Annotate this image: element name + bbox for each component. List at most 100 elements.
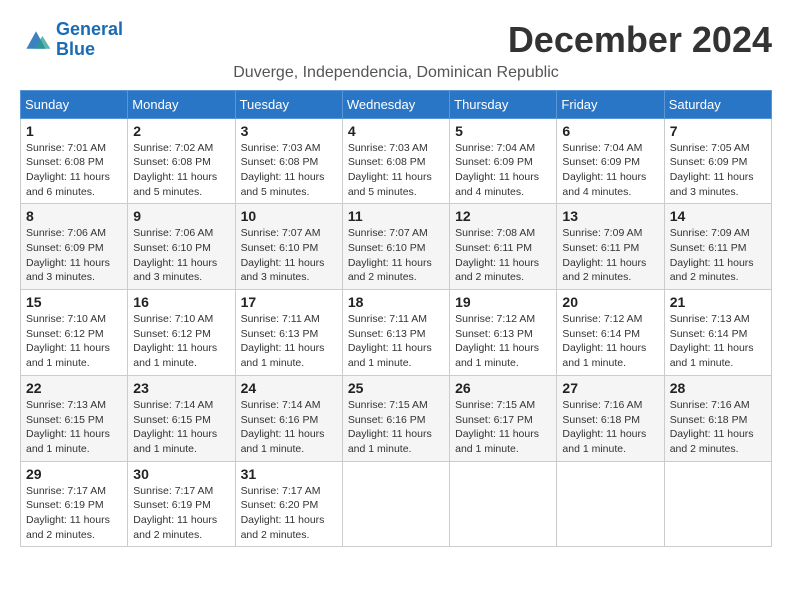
calendar-day-cell xyxy=(664,461,771,547)
calendar-day-cell: 12Sunrise: 7:08 AMSunset: 6:11 PMDayligh… xyxy=(450,204,557,290)
calendar-day-cell: 31 Sunrise: 7:17 AMSunset: 6:20 PMDayligh… xyxy=(235,461,342,547)
day-detail: Sunrise: 7:06 AMSunset: 6:10 PMDaylight:… xyxy=(133,226,229,285)
day-number: 17 xyxy=(241,294,337,310)
day-detail: Sunrise: 7:07 AMSunset: 6:10 PMDaylight:… xyxy=(348,226,444,285)
weekday-header-cell: Wednesday xyxy=(342,90,449,118)
calendar-day-cell: 6 Sunrise: 7:04 AMSunset: 6:09 PMDaylight… xyxy=(557,118,664,204)
calendar-day-cell xyxy=(342,461,449,547)
day-number: 5 xyxy=(455,123,551,139)
calendar-day-cell: 15 Sunrise: 7:10 AMSunset: 6:12 PMDayligh… xyxy=(21,290,128,376)
day-number: 2 xyxy=(133,123,229,139)
day-detail: Sunrise: 7:08 AMSunset: 6:11 PMDaylight:… xyxy=(455,226,551,285)
day-detail: Sunrise: 7:11 AMSunset: 6:13 PMDaylight:… xyxy=(241,312,337,371)
calendar-day-cell xyxy=(450,461,557,547)
day-number: 7 xyxy=(670,123,766,139)
day-number: 14 xyxy=(670,208,766,224)
month-title: December 2024 xyxy=(508,20,772,60)
day-number: 11 xyxy=(348,208,444,224)
calendar-day-cell: 23 Sunrise: 7:14 AMSunset: 6:15 PMDayligh… xyxy=(128,375,235,461)
day-number: 22 xyxy=(26,380,122,396)
weekday-header-cell: Sunday xyxy=(21,90,128,118)
day-detail: Sunrise: 7:14 AMSunset: 6:15 PMDaylight:… xyxy=(133,398,229,457)
location-subtitle: Duverge, Independencia, Dominican Republ… xyxy=(20,64,772,82)
day-number: 24 xyxy=(241,380,337,396)
day-number: 31 xyxy=(241,466,337,482)
day-detail: Sunrise: 7:04 AMSunset: 6:09 PMDaylight:… xyxy=(455,141,551,200)
weekday-header-cell: Friday xyxy=(557,90,664,118)
calendar-day-cell: 8 Sunrise: 7:06 AMSunset: 6:09 PMDaylight… xyxy=(21,204,128,290)
day-detail: Sunrise: 7:05 AMSunset: 6:09 PMDaylight:… xyxy=(670,141,766,200)
calendar-day-cell: 16 Sunrise: 7:10 AMSunset: 6:12 PMDayligh… xyxy=(128,290,235,376)
day-number: 13 xyxy=(562,208,658,224)
day-number: 29 xyxy=(26,466,122,482)
calendar-day-cell: 11 Sunrise: 7:07 AMSunset: 6:10 PMDayligh… xyxy=(342,204,449,290)
calendar-day-cell: 14Sunrise: 7:09 AMSunset: 6:11 PMDayligh… xyxy=(664,204,771,290)
day-detail: Sunrise: 7:06 AMSunset: 6:09 PMDaylight:… xyxy=(26,226,122,285)
day-number: 21 xyxy=(670,294,766,310)
day-detail: Sunrise: 7:10 AMSunset: 6:12 PMDaylight:… xyxy=(26,312,122,371)
calendar-day-cell: 21 Sunrise: 7:13 AMSunset: 6:14 PMDayligh… xyxy=(664,290,771,376)
day-detail: Sunrise: 7:17 AMSunset: 6:20 PMDaylight:… xyxy=(241,484,337,543)
day-number: 20 xyxy=(562,294,658,310)
day-number: 10 xyxy=(241,208,337,224)
calendar-day-cell: 22 Sunrise: 7:13 AMSunset: 6:15 PMDayligh… xyxy=(21,375,128,461)
day-number: 8 xyxy=(26,208,122,224)
weekday-header-row: SundayMondayTuesdayWednesdayThursdayFrid… xyxy=(21,90,772,118)
day-detail: Sunrise: 7:09 AMSunset: 6:11 PMDaylight:… xyxy=(562,226,658,285)
day-detail: Sunrise: 7:17 AMSunset: 6:19 PMDaylight:… xyxy=(26,484,122,543)
calendar-day-cell: 10 Sunrise: 7:07 AMSunset: 6:10 PMDayligh… xyxy=(235,204,342,290)
day-detail: Sunrise: 7:12 AMSunset: 6:14 PMDaylight:… xyxy=(562,312,658,371)
calendar-day-cell: 9 Sunrise: 7:06 AMSunset: 6:10 PMDaylight… xyxy=(128,204,235,290)
day-detail: Sunrise: 7:10 AMSunset: 6:12 PMDaylight:… xyxy=(133,312,229,371)
day-detail: Sunrise: 7:03 AMSunset: 6:08 PMDaylight:… xyxy=(241,141,337,200)
weekday-header-cell: Thursday xyxy=(450,90,557,118)
day-detail: Sunrise: 7:11 AMSunset: 6:13 PMDaylight:… xyxy=(348,312,444,371)
day-detail: Sunrise: 7:16 AMSunset: 6:18 PMDaylight:… xyxy=(562,398,658,457)
calendar-week-row: 8 Sunrise: 7:06 AMSunset: 6:09 PMDaylight… xyxy=(21,204,772,290)
day-detail: Sunrise: 7:02 AMSunset: 6:08 PMDaylight:… xyxy=(133,141,229,200)
day-detail: Sunrise: 7:14 AMSunset: 6:16 PMDaylight:… xyxy=(241,398,337,457)
calendar-day-cell: 3 Sunrise: 7:03 AMSunset: 6:08 PMDaylight… xyxy=(235,118,342,204)
logo-blue: Blue xyxy=(56,39,95,59)
day-number: 23 xyxy=(133,380,229,396)
calendar-body: 1Sunrise: 7:01 AMSunset: 6:08 PMDaylight… xyxy=(21,118,772,547)
day-number: 9 xyxy=(133,208,229,224)
calendar-table: SundayMondayTuesdayWednesdayThursdayFrid… xyxy=(20,90,772,548)
day-detail: Sunrise: 7:13 AMSunset: 6:14 PMDaylight:… xyxy=(670,312,766,371)
day-number: 16 xyxy=(133,294,229,310)
title-area: December 2024 xyxy=(508,20,772,60)
calendar-day-cell: 24 Sunrise: 7:14 AMSunset: 6:16 PMDayligh… xyxy=(235,375,342,461)
calendar-week-row: 15 Sunrise: 7:10 AMSunset: 6:12 PMDayligh… xyxy=(21,290,772,376)
logo-text: General Blue xyxy=(56,20,123,60)
day-detail: Sunrise: 7:03 AMSunset: 6:08 PMDaylight:… xyxy=(348,141,444,200)
calendar-week-row: 1Sunrise: 7:01 AMSunset: 6:08 PMDaylight… xyxy=(21,118,772,204)
day-number: 26 xyxy=(455,380,551,396)
day-detail: Sunrise: 7:04 AMSunset: 6:09 PMDaylight:… xyxy=(562,141,658,200)
logo-general: General xyxy=(56,19,123,39)
day-detail: Sunrise: 7:12 AMSunset: 6:13 PMDaylight:… xyxy=(455,312,551,371)
day-number: 15 xyxy=(26,294,122,310)
calendar-day-cell: 30Sunrise: 7:17 AMSunset: 6:19 PMDayligh… xyxy=(128,461,235,547)
calendar-day-cell: 5 Sunrise: 7:04 AMSunset: 6:09 PMDaylight… xyxy=(450,118,557,204)
day-detail: Sunrise: 7:13 AMSunset: 6:15 PMDaylight:… xyxy=(26,398,122,457)
calendar-day-cell: 2 Sunrise: 7:02 AMSunset: 6:08 PMDaylight… xyxy=(128,118,235,204)
logo: General Blue xyxy=(20,20,123,60)
calendar-day-cell: 4Sunrise: 7:03 AMSunset: 6:08 PMDaylight… xyxy=(342,118,449,204)
weekday-header-cell: Monday xyxy=(128,90,235,118)
calendar-day-cell: 27Sunrise: 7:16 AMSunset: 6:18 PMDayligh… xyxy=(557,375,664,461)
day-number: 25 xyxy=(348,380,444,396)
page-header: General Blue December 2024 xyxy=(20,20,772,60)
calendar-day-cell xyxy=(557,461,664,547)
logo-icon xyxy=(20,26,52,54)
day-detail: Sunrise: 7:01 AMSunset: 6:08 PMDaylight:… xyxy=(26,141,122,200)
day-number: 6 xyxy=(562,123,658,139)
day-detail: Sunrise: 7:07 AMSunset: 6:10 PMDaylight:… xyxy=(241,226,337,285)
day-number: 30 xyxy=(133,466,229,482)
calendar-day-cell: 13 Sunrise: 7:09 AMSunset: 6:11 PMDayligh… xyxy=(557,204,664,290)
calendar-day-cell: 7 Sunrise: 7:05 AMSunset: 6:09 PMDaylight… xyxy=(664,118,771,204)
calendar-day-cell: 17 Sunrise: 7:11 AMSunset: 6:13 PMDayligh… xyxy=(235,290,342,376)
day-number: 3 xyxy=(241,123,337,139)
day-detail: Sunrise: 7:15 AMSunset: 6:17 PMDaylight:… xyxy=(455,398,551,457)
weekday-header-cell: Tuesday xyxy=(235,90,342,118)
day-number: 19 xyxy=(455,294,551,310)
